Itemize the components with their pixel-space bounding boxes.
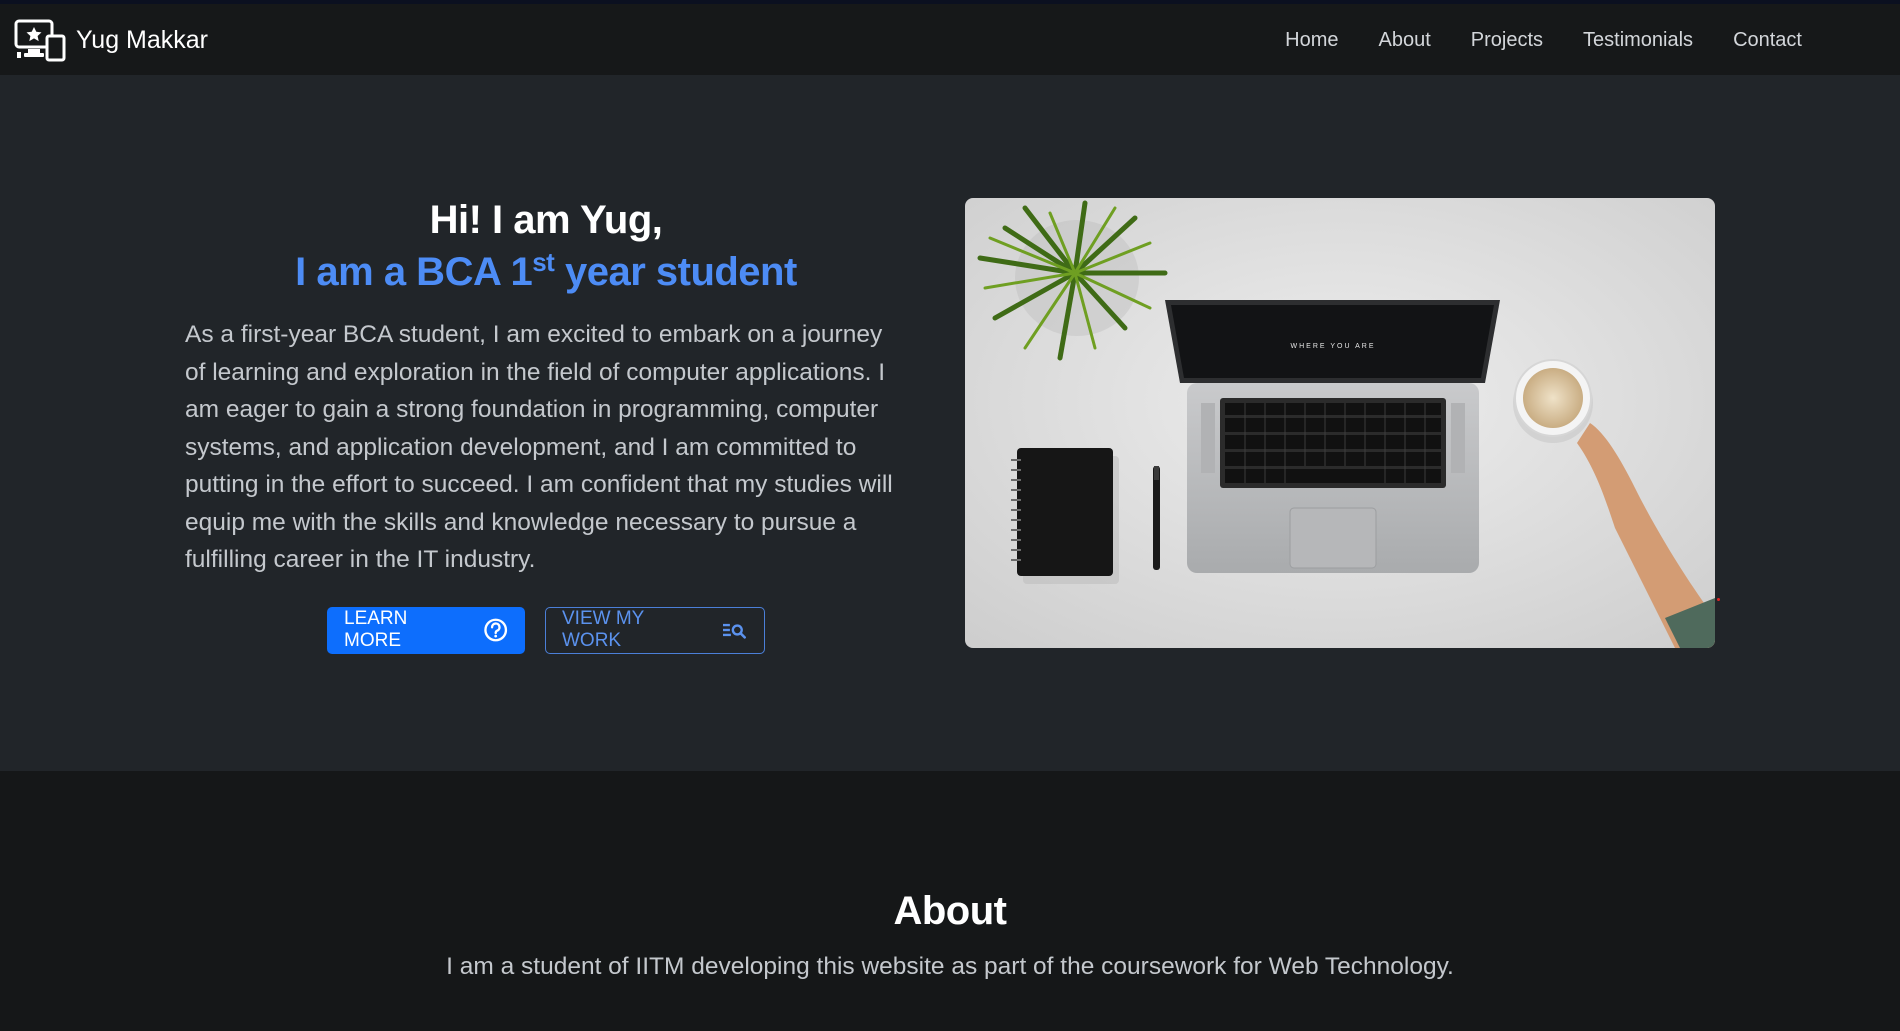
- hero-section: Hi! I am Yug, I am a BCA 1st year studen…: [0, 75, 1900, 771]
- brand-name: Yug Makkar: [76, 25, 209, 54]
- laptop-screen-text: WHERE YOU ARE: [1291, 343, 1376, 350]
- hero-subtitle-post: year student: [554, 250, 797, 294]
- list-search-icon: [723, 623, 747, 639]
- hero-text: Hi! I am Yug, I am a BCA 1st year studen…: [185, 196, 907, 654]
- learn-more-button[interactable]: LEARN MORE: [327, 606, 525, 654]
- hero-greeting: Hi! I am Yug,: [429, 198, 663, 242]
- brand[interactable]: Yug Makkar: [14, 19, 209, 62]
- nav-projects[interactable]: Projects: [1471, 29, 1543, 52]
- main-nav: Home About Projects Testimonials Contact: [1245, 29, 1802, 52]
- hero-subtitle-pre: I am a BCA 1: [295, 250, 533, 294]
- about-title: About: [893, 889, 1007, 933]
- hero-image: WHERE YOU ARE: [965, 198, 1715, 648]
- about-section: About I am a student of IITM developing …: [0, 771, 1900, 1031]
- laptop-desk-photo: WHERE YOU ARE: [965, 198, 1715, 648]
- notebook: [1011, 448, 1119, 584]
- screen-star-devices-icon: [14, 19, 66, 62]
- pen: [1153, 466, 1160, 570]
- nav-home[interactable]: Home: [1285, 29, 1338, 52]
- question-circle-icon: [483, 618, 507, 642]
- learn-more-label: LEARN MORE: [344, 608, 408, 651]
- about-text: I am a student of IITM developing this w…: [446, 953, 1454, 980]
- view-my-work-button[interactable]: VIEW MY WORK: [545, 606, 765, 654]
- hero-subtitle: I am a BCA 1st year student: [185, 244, 907, 304]
- nav-testimonials[interactable]: Testimonials: [1583, 29, 1693, 52]
- navbar: Yug Makkar Home About Projects Testimoni…: [0, 4, 1900, 75]
- red-dot: [1717, 598, 1720, 601]
- nav-contact[interactable]: Contact: [1733, 29, 1802, 52]
- laptop: WHERE YOU ARE: [1165, 300, 1500, 573]
- view-my-work-label: VIEW MY WORK: [562, 608, 644, 651]
- nav-about[interactable]: About: [1379, 29, 1431, 52]
- hero-paragraph: As a first-year BCA student, I am excite…: [185, 321, 893, 573]
- hero-subtitle-sup: st: [532, 247, 555, 277]
- hero-buttons: LEARN MORE VIEW MY WORK: [185, 606, 907, 654]
